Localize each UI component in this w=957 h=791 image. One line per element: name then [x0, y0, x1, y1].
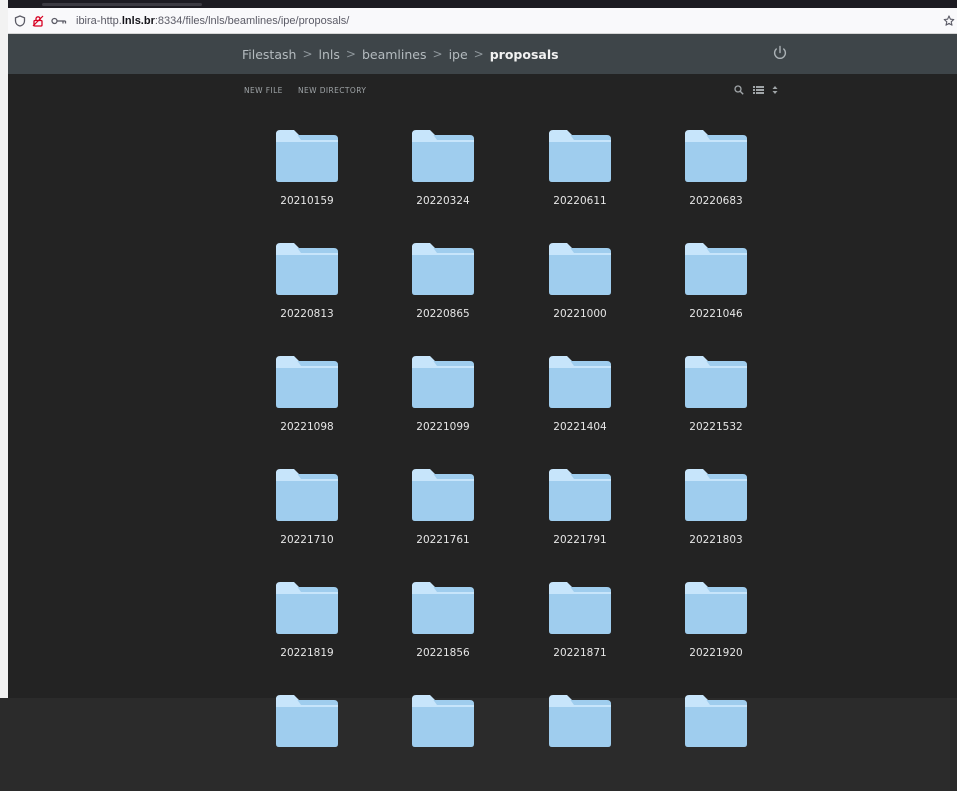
breadcrumb-item-current: proposals: [489, 46, 559, 62]
folder-item-20220813[interactable]: 20220813: [247, 243, 367, 339]
breadcrumb-item-lnls[interactable]: lnls: [319, 47, 340, 62]
folder-name: 20210159: [280, 195, 334, 207]
folder-name: 20221761: [416, 534, 470, 546]
folder-icon: [412, 582, 474, 634]
insecure-lock-icon[interactable]: [32, 8, 44, 34]
folder-item-20220324[interactable]: 20220324: [383, 130, 503, 226]
folder-item-20221791[interactable]: 20221791: [520, 469, 640, 565]
folder-name: 20221532: [689, 421, 743, 433]
breadcrumb-separator-icon: >: [345, 47, 356, 61]
window-left-edge: [0, 0, 8, 698]
folder-icon: [276, 695, 338, 747]
folder-icon: [685, 582, 747, 634]
url-prefix: ibira-http.: [76, 15, 122, 27]
folder-item-20221710[interactable]: 20221710: [247, 469, 367, 565]
url-host: lnls.br: [121, 15, 155, 27]
folder-item-20221819[interactable]: 20221819: [247, 582, 367, 678]
folder-icon: [685, 695, 747, 747]
new-directory-button[interactable]: NEW DIRECTORY: [298, 86, 366, 96]
folder-icon: [412, 243, 474, 295]
app-header: Filestash > lnls > beamlines > ipe > pro…: [8, 34, 957, 74]
list-view-icon[interactable]: [751, 83, 765, 97]
folder-icon: [276, 469, 338, 521]
folder-item-20220683[interactable]: 20220683: [656, 130, 776, 226]
folder-name: 20221791: [553, 534, 607, 546]
folder-item-20221761[interactable]: 20221761: [383, 469, 503, 565]
breadcrumb-separator-icon: >: [432, 47, 443, 61]
folder-item-20221404[interactable]: 20221404: [520, 356, 640, 452]
folder-icon: [685, 130, 747, 182]
folder-name: 20221819: [280, 647, 334, 659]
power-logout-icon[interactable]: [771, 44, 789, 62]
breadcrumb-separator-icon: >: [473, 47, 484, 61]
folder-icon: [549, 130, 611, 182]
breadcrumb-item-ipe[interactable]: ipe: [449, 47, 468, 62]
sort-icon[interactable]: [768, 83, 782, 97]
key-icon[interactable]: [51, 8, 67, 34]
folder-icon: [412, 130, 474, 182]
folder-item-row5-col3[interactable]: [656, 695, 776, 791]
folder-name: 20220683: [689, 195, 743, 207]
folder-icon: [276, 356, 338, 408]
breadcrumb-item-filestash[interactable]: Filestash: [242, 47, 296, 62]
folder-icon: [276, 130, 338, 182]
breadcrumb: Filestash > lnls > beamlines > ipe > pro…: [242, 34, 559, 74]
folder-item-row5-col0[interactable]: [247, 695, 367, 791]
folder-icon: [412, 695, 474, 747]
folder-icon: [412, 469, 474, 521]
folder-item-20221046[interactable]: 20221046: [656, 243, 776, 339]
folder-name: 20221099: [416, 421, 470, 433]
shield-icon[interactable]: [14, 8, 26, 34]
folder-item-20210159[interactable]: 20210159: [247, 130, 367, 226]
folder-name: 20221856: [416, 647, 470, 659]
folder-name: 20220813: [280, 308, 334, 320]
folder-icon: [549, 582, 611, 634]
folder-item-row5-col1[interactable]: [383, 695, 503, 791]
folder-icon: [276, 243, 338, 295]
folder-icon: [685, 356, 747, 408]
folder-icon: [549, 469, 611, 521]
new-file-button[interactable]: NEW FILE: [244, 86, 283, 96]
folder-name: 20220865: [416, 308, 470, 320]
folder-name: 20221046: [689, 308, 743, 320]
folder-name: 20221098: [280, 421, 334, 433]
bookmark-star-icon[interactable]: [943, 8, 955, 34]
search-icon[interactable]: [732, 83, 746, 97]
folder-item-20221856[interactable]: 20221856: [383, 582, 503, 678]
folder-item-20220865[interactable]: 20220865: [383, 243, 503, 339]
folder-name: 20221871: [553, 647, 607, 659]
folder-name: 20221803: [689, 534, 743, 546]
url-text[interactable]: ibira-http.lnls.br:8334/files/lnls/beaml…: [76, 8, 349, 34]
folder-name: 20220611: [553, 195, 607, 207]
folder-icon: [549, 695, 611, 747]
breadcrumb-item-beamlines[interactable]: beamlines: [362, 47, 427, 62]
folder-icon: [412, 356, 474, 408]
browser-tab-strip: [8, 0, 957, 8]
folder-icon: [549, 356, 611, 408]
folder-name: 20220324: [416, 195, 470, 207]
folder-item-20220611[interactable]: 20220611: [520, 130, 640, 226]
folder-item-20221803[interactable]: 20221803: [656, 469, 776, 565]
folder-name: 20221920: [689, 647, 743, 659]
folder-item-20221000[interactable]: 20221000: [520, 243, 640, 339]
breadcrumb-separator-icon: >: [302, 47, 313, 61]
folder-item-row5-col2[interactable]: [520, 695, 640, 791]
folder-name: 20221404: [553, 421, 607, 433]
folder-item-20221098[interactable]: 20221098: [247, 356, 367, 452]
folder-item-20221532[interactable]: 20221532: [656, 356, 776, 452]
folder-item-20221099[interactable]: 20221099: [383, 356, 503, 452]
folder-item-20221871[interactable]: 20221871: [520, 582, 640, 678]
folder-icon: [685, 243, 747, 295]
folder-name: 20221000: [553, 308, 607, 320]
folder-name: 20221710: [280, 534, 334, 546]
folder-icon: [685, 469, 747, 521]
folder-item-20221920[interactable]: 20221920: [656, 582, 776, 678]
url-path: :8334/files/lnls/beamlines/ipe/proposals…: [154, 15, 350, 27]
browser-tab[interactable]: [42, 3, 202, 6]
browser-url-bar[interactable]: ibira-http.lnls.br:8334/files/lnls/beaml…: [8, 8, 957, 34]
folder-icon: [276, 582, 338, 634]
folder-icon: [549, 243, 611, 295]
